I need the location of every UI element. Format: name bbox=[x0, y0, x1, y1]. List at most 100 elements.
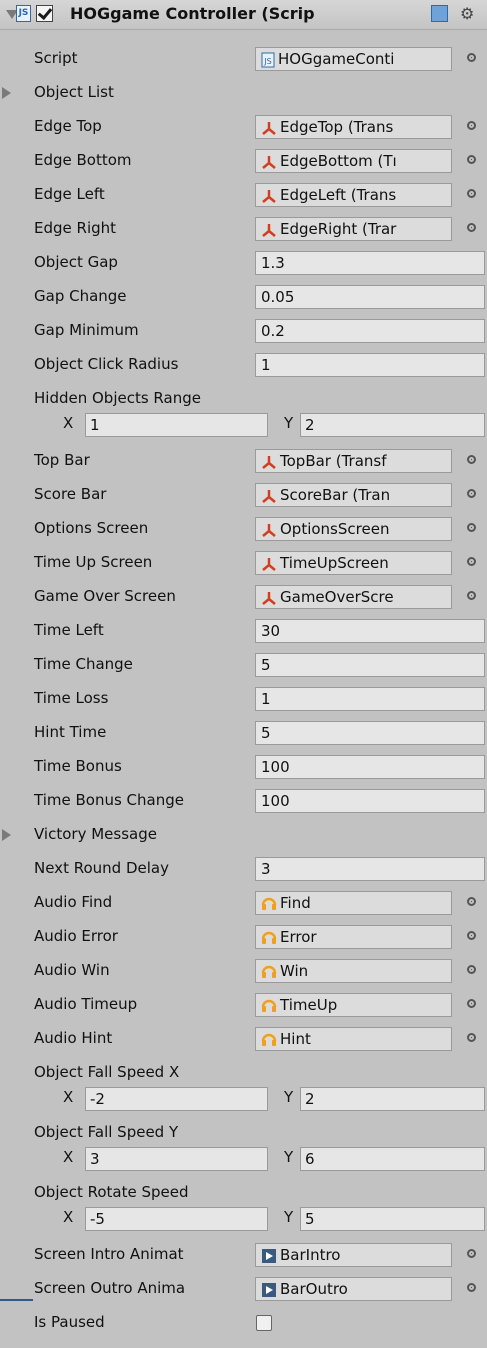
audio-win-field[interactable]: Win bbox=[255, 959, 452, 983]
edge-bottom-label: Edge Bottom bbox=[34, 151, 132, 169]
edge-right-row: Edge Right EdgeRight (Trar bbox=[0, 214, 487, 248]
object-picker-icon[interactable] bbox=[467, 489, 476, 498]
gap-change-input[interactable]: 0.05 bbox=[255, 285, 485, 309]
y-label: Y bbox=[284, 1208, 294, 1226]
top-bar-field[interactable]: TopBar (Transf bbox=[255, 449, 452, 473]
object-gap-input[interactable]: 1.3 bbox=[255, 251, 485, 275]
object-picker-icon[interactable] bbox=[467, 121, 476, 130]
is-paused-checkbox[interactable] bbox=[256, 1315, 272, 1331]
score-bar-field[interactable]: ScoreBar (Tran bbox=[255, 483, 452, 507]
object-picker-icon[interactable] bbox=[467, 965, 476, 974]
hidden-range-x-input[interactable]: 1 bbox=[85, 413, 268, 437]
audio-clip-icon bbox=[261, 897, 277, 910]
hint-time-input[interactable]: 5 bbox=[255, 721, 485, 745]
object-list-row[interactable]: Object List bbox=[0, 78, 487, 112]
object-picker-icon[interactable] bbox=[467, 455, 476, 464]
object-picker-icon[interactable] bbox=[467, 557, 476, 566]
fall-speed-x-x-input[interactable]: -2 bbox=[85, 1087, 268, 1111]
fall-speed-x-y-input[interactable]: 2 bbox=[300, 1087, 485, 1111]
time-left-row: Time Left 30 bbox=[0, 616, 487, 650]
options-screen-label: Options Screen bbox=[34, 519, 149, 537]
audio-find-field[interactable]: Find bbox=[255, 891, 452, 915]
audio-win-row: Audio Win Win bbox=[0, 956, 487, 990]
time-bonus-change-label: Time Bonus Change bbox=[34, 791, 184, 809]
screen-intro-animation-field[interactable]: BarIntro bbox=[255, 1243, 452, 1267]
audio-timeup-field[interactable]: TimeUp bbox=[255, 993, 452, 1017]
object-click-radius-input[interactable]: 1 bbox=[255, 353, 485, 377]
audio-clip-icon bbox=[261, 965, 277, 978]
edge-bottom-field[interactable]: EdgeBottom (Tı bbox=[255, 149, 452, 173]
hidden-objects-range-label: Hidden Objects Range bbox=[34, 389, 201, 407]
edge-right-value: EdgeRight (Trar bbox=[280, 220, 397, 238]
edge-right-label: Edge Right bbox=[34, 219, 117, 237]
audio-find-value: Find bbox=[280, 894, 311, 912]
top-bar-row: Top Bar TopBar (Transf bbox=[0, 446, 487, 480]
javascript-icon: JS bbox=[16, 5, 31, 22]
x-label: X bbox=[63, 1208, 74, 1226]
audio-error-value: Error bbox=[280, 928, 317, 946]
rotate-speed-y-input[interactable]: 5 bbox=[300, 1207, 485, 1231]
time-left-input[interactable]: 30 bbox=[255, 619, 485, 643]
object-picker-icon[interactable] bbox=[467, 897, 476, 906]
next-round-delay-input[interactable]: 3 bbox=[255, 857, 485, 881]
hint-time-row: Hint Time 5 bbox=[0, 718, 487, 752]
game-over-screen-field[interactable]: GameOverScre bbox=[255, 585, 452, 609]
object-picker-icon[interactable] bbox=[467, 1033, 476, 1042]
time-up-screen-row: Time Up Screen TimeUpScreen bbox=[0, 548, 487, 582]
hidden-range-y-input[interactable]: 2 bbox=[300, 413, 485, 437]
script-field[interactable]: JS HOGgameConti bbox=[255, 47, 452, 71]
fall-speed-y-y-input[interactable]: 6 bbox=[300, 1147, 485, 1171]
options-screen-field[interactable]: OptionsScreen bbox=[255, 517, 452, 541]
screen-outro-animation-field[interactable]: BarOutro bbox=[255, 1277, 452, 1301]
object-click-radius-label: Object Click Radius bbox=[34, 355, 179, 373]
object-picker-icon[interactable] bbox=[467, 223, 476, 232]
options-screen-value: OptionsScreen bbox=[280, 520, 390, 538]
transform-icon bbox=[262, 455, 276, 469]
object-rotate-speed-label: Object Rotate Speed bbox=[34, 1183, 189, 1201]
edge-right-field[interactable]: EdgeRight (Trar bbox=[255, 217, 452, 241]
time-bonus-change-input[interactable]: 100 bbox=[255, 789, 485, 813]
audio-hint-field[interactable]: Hint bbox=[255, 1027, 452, 1051]
object-picker-icon[interactable] bbox=[467, 1249, 476, 1258]
object-fall-speed-x-label: Object Fall Speed X bbox=[34, 1063, 180, 1081]
expand-arrow-icon[interactable] bbox=[2, 829, 11, 841]
component-enabled-checkbox[interactable] bbox=[36, 5, 53, 22]
object-picker-icon[interactable] bbox=[467, 523, 476, 532]
object-picker-icon[interactable] bbox=[467, 53, 476, 62]
transform-icon bbox=[262, 591, 276, 605]
help-book-icon[interactable] bbox=[431, 5, 448, 22]
fall-speed-y-x-input[interactable]: 3 bbox=[85, 1147, 268, 1171]
object-picker-icon[interactable] bbox=[467, 591, 476, 600]
gap-minimum-input[interactable]: 0.2 bbox=[255, 319, 485, 343]
object-picker-icon[interactable] bbox=[467, 155, 476, 164]
edge-top-field[interactable]: EdgeTop (Trans bbox=[255, 115, 452, 139]
time-bonus-label: Time Bonus bbox=[34, 757, 122, 775]
audio-error-field[interactable]: Error bbox=[255, 925, 452, 949]
gear-icon[interactable]: ⚙ bbox=[460, 4, 474, 23]
object-picker-icon[interactable] bbox=[467, 1283, 476, 1292]
transform-icon bbox=[262, 155, 276, 169]
y-label: Y bbox=[284, 414, 294, 432]
object-fall-speed-y-label: Object Fall Speed Y bbox=[34, 1123, 179, 1141]
screen-outro-animation-value: BarOutro bbox=[280, 1280, 348, 1298]
time-change-input[interactable]: 5 bbox=[255, 653, 485, 677]
victory-message-row[interactable]: Victory Message bbox=[0, 820, 487, 854]
edge-top-row: Edge Top EdgeTop (Trans bbox=[0, 112, 487, 146]
time-loss-input[interactable]: 1 bbox=[255, 687, 485, 711]
is-paused-label: Is Paused bbox=[34, 1313, 105, 1331]
edge-left-field[interactable]: EdgeLeft (Trans bbox=[255, 183, 452, 207]
rotate-speed-x-input[interactable]: -5 bbox=[85, 1207, 268, 1231]
object-picker-icon[interactable] bbox=[467, 189, 476, 198]
expand-arrow-icon[interactable] bbox=[2, 87, 11, 99]
object-picker-icon[interactable] bbox=[467, 931, 476, 940]
time-bonus-change-row: Time Bonus Change 100 bbox=[0, 786, 487, 820]
time-bonus-input[interactable]: 100 bbox=[255, 755, 485, 779]
time-loss-label: Time Loss bbox=[34, 689, 109, 707]
component-header[interactable]: JS HOGgame Controller (Scrip ⚙ bbox=[0, 0, 487, 30]
edge-bottom-value: EdgeBottom (Tı bbox=[280, 152, 397, 170]
object-picker-icon[interactable] bbox=[467, 999, 476, 1008]
screen-intro-animation-label: Screen Intro Animat bbox=[34, 1245, 184, 1263]
script-row: Script JS HOGgameConti bbox=[0, 44, 487, 78]
victory-message-label: Victory Message bbox=[34, 825, 157, 843]
time-up-screen-field[interactable]: TimeUpScreen bbox=[255, 551, 452, 575]
